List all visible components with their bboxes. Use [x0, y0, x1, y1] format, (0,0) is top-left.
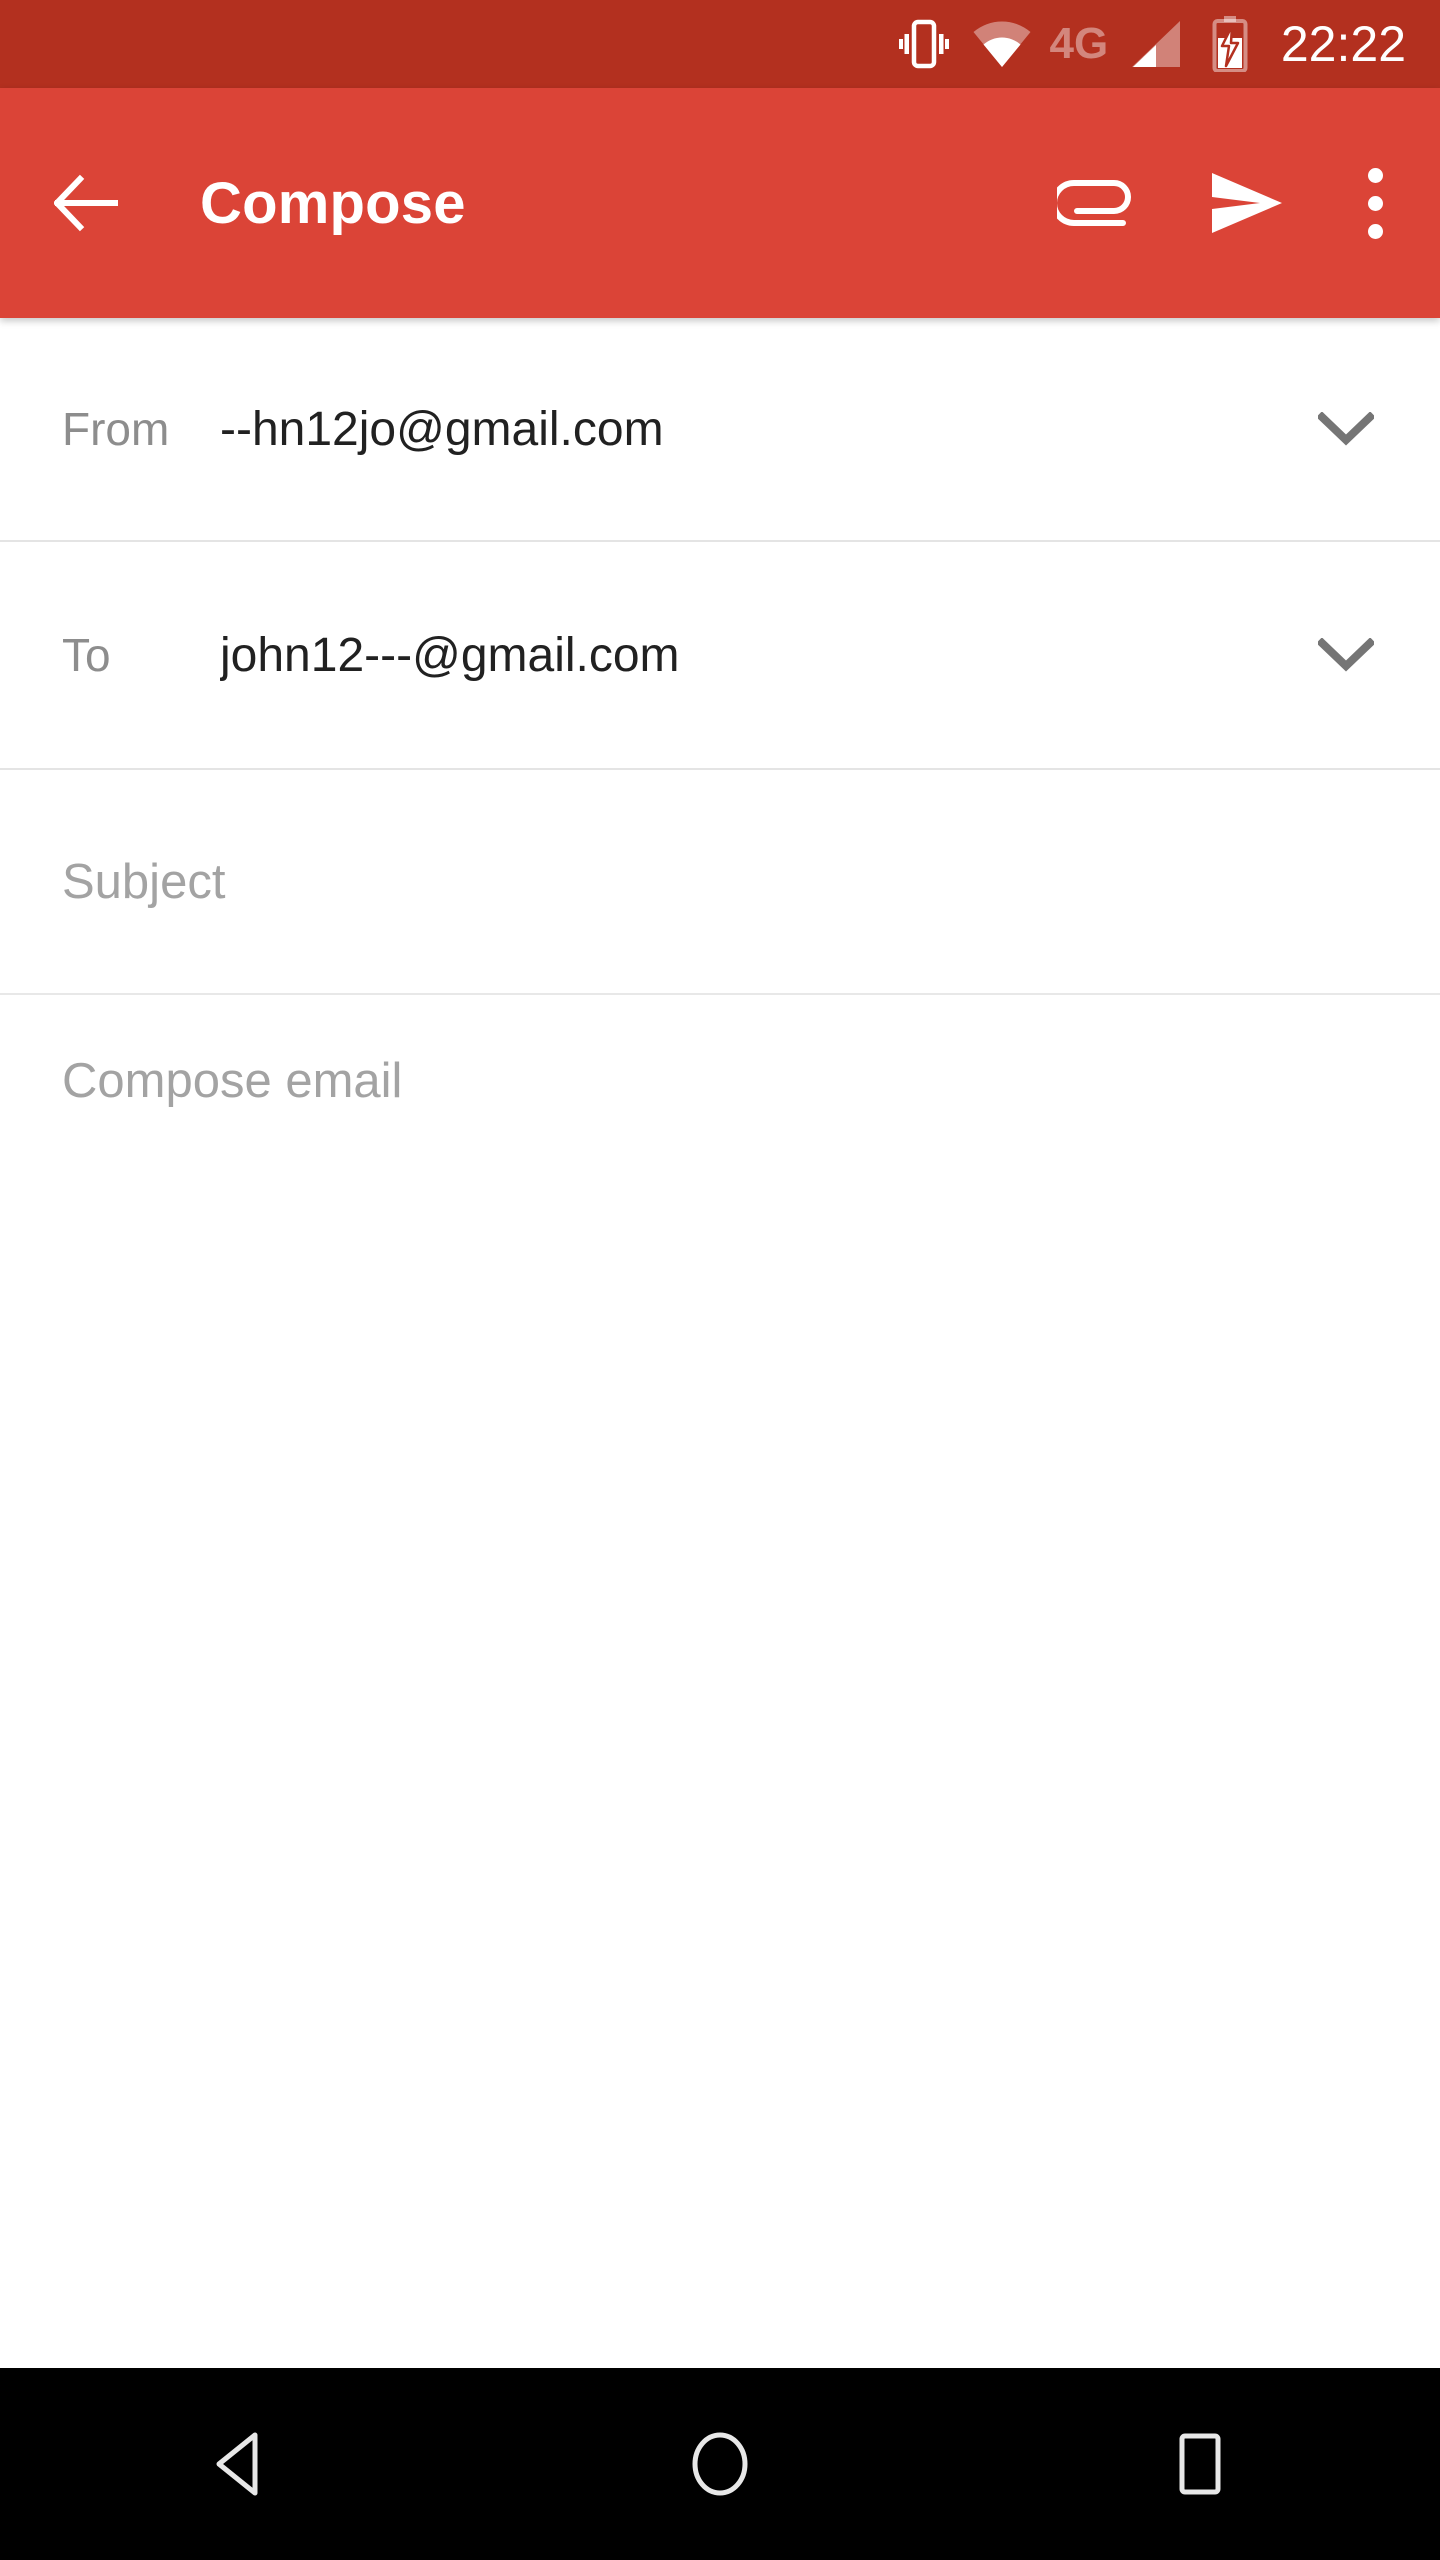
subject-field-row[interactable]: Subject: [0, 770, 1440, 995]
from-value[interactable]: --hn12jo@gmail.com: [220, 402, 1286, 457]
status-bar-clock: 22:22: [1280, 16, 1406, 72]
to-chevron-down-icon[interactable]: [1286, 595, 1406, 715]
from-chevron-down-icon[interactable]: [1286, 369, 1406, 489]
to-label: To: [62, 629, 111, 681]
network-4g-text: 4G: [1049, 19, 1109, 68]
body-placeholder[interactable]: Compose email: [62, 1053, 1440, 1109]
nav-home-icon[interactable]: [620, 2368, 820, 2560]
dot-2: [1367, 195, 1383, 211]
from-field-row[interactable]: From --hn12jo@gmail.com: [0, 318, 1440, 542]
network-4g-label: 4G: [1041, 0, 1117, 88]
back-arrow-icon[interactable]: [28, 145, 144, 261]
from-label: From: [62, 403, 170, 455]
battery-charging-icon: [1195, 0, 1265, 88]
to-value[interactable]: john12---@gmail.com: [220, 628, 1286, 683]
android-navigation-bar: [0, 2368, 1440, 2560]
nav-back-icon[interactable]: [140, 2368, 340, 2560]
page-title: Compose: [200, 170, 466, 236]
status-bar: 4G 22:22: [0, 0, 1440, 88]
send-icon[interactable]: [1188, 144, 1306, 262]
vibrate-icon: [885, 0, 963, 88]
android-compose-screen: 4G 22:22 Compose From --hn12jo@gmail.com…: [0, 0, 1440, 2560]
three-dots: [1367, 167, 1383, 239]
to-field-row[interactable]: To john12---@gmail.com: [0, 542, 1440, 770]
status-bar-icons: 4G 22:22: [885, 0, 1406, 88]
nav-recents-icon[interactable]: [1100, 2368, 1300, 2560]
body-field[interactable]: Compose email: [0, 995, 1440, 2368]
app-bar: Compose: [0, 88, 1440, 318]
overflow-menu-icon[interactable]: [1332, 144, 1418, 262]
dot-3: [1367, 223, 1383, 239]
wifi-icon: [963, 0, 1041, 88]
attach-icon[interactable]: [1036, 144, 1154, 262]
dot-1: [1367, 167, 1383, 183]
subject-placeholder[interactable]: Subject: [62, 854, 225, 910]
signal-icon: [1117, 0, 1195, 88]
compose-form: From --hn12jo@gmail.com To john12---@gma…: [0, 318, 1440, 2368]
